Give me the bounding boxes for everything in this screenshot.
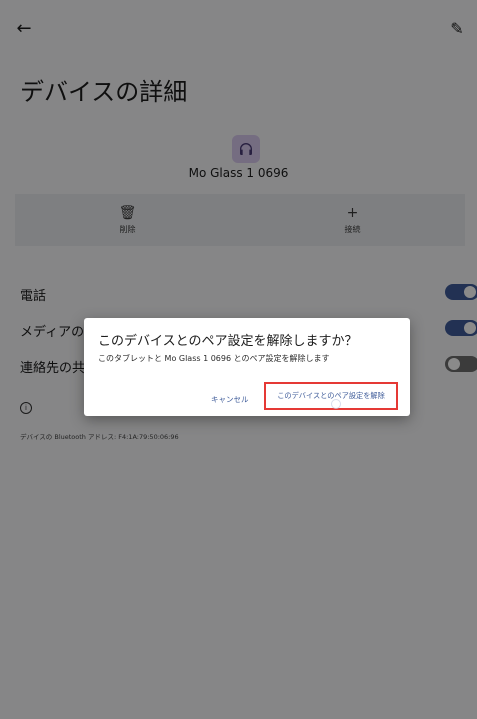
dialog-title: このデバイスとのペア設定を解除しますか？ — [98, 334, 358, 349]
cancel-button[interactable]: キャンセル — [211, 394, 249, 405]
touch-indicator — [331, 399, 341, 409]
unpair-dialog: このデバイスとのペア設定を解除しますか？ このタブレットと Mo Glass 1… — [84, 318, 410, 416]
dialog-message: このタブレットと Mo Glass 1 0696 とのペア設定を解除します — [98, 354, 330, 363]
unpair-button-label: このデバイスとのペア設定を解除 — [277, 391, 385, 400]
